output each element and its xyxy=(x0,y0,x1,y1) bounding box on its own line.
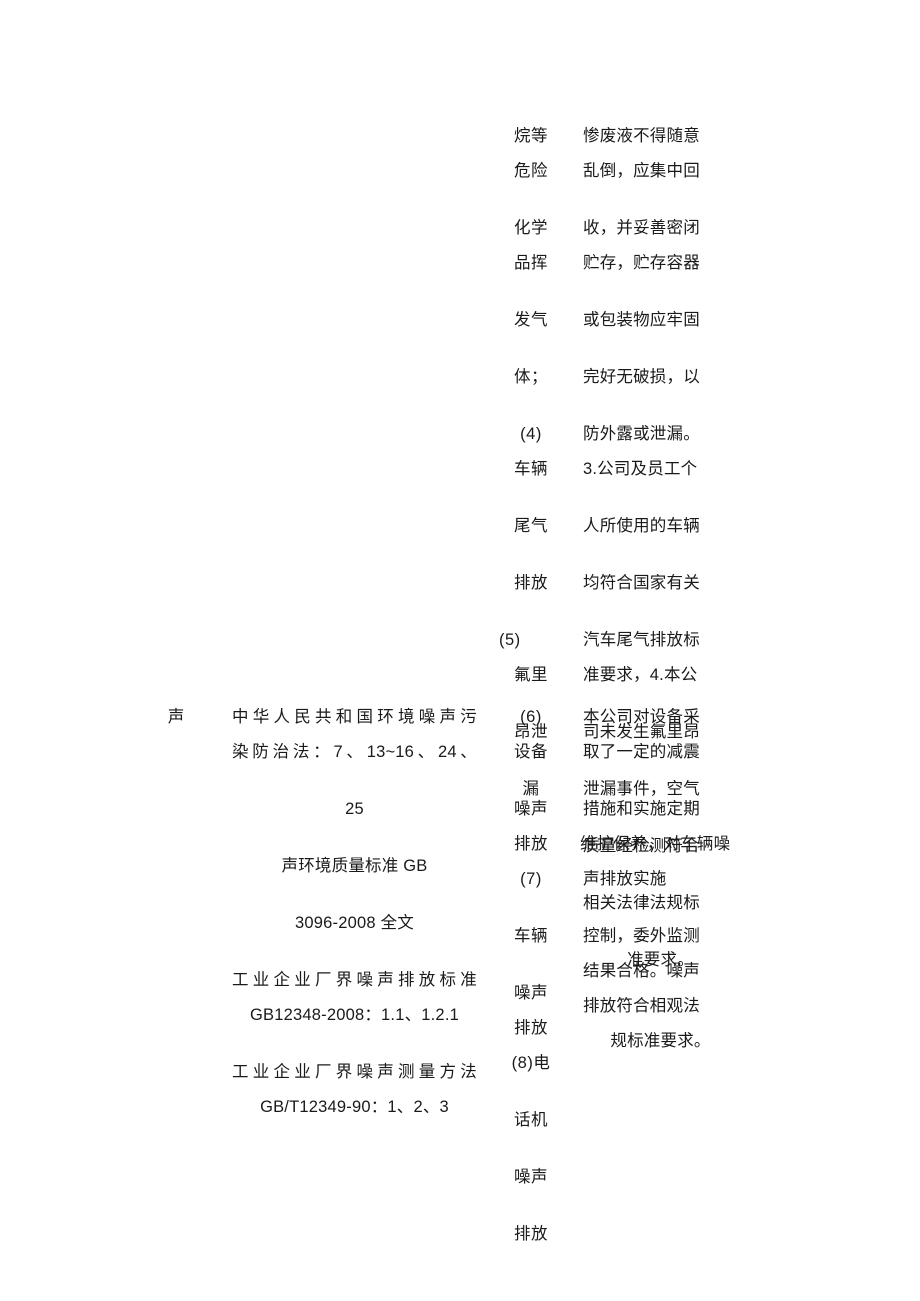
noise-standard-line: GB12348-2008：1.1、1.2.1 xyxy=(250,1006,459,1024)
noise-description-line: 声排放实施 xyxy=(583,870,667,888)
noise-item-group: 噪声 xyxy=(499,1160,563,1195)
noise-standard-line: 25 xyxy=(345,800,364,818)
air-item-line: 氟里 xyxy=(514,666,548,684)
air-description-group: 惨废液不得随意 乱倒，应集中回 xyxy=(583,119,738,189)
noise-item-group: (6) 设备 xyxy=(499,700,563,770)
air-item-line: 危险 xyxy=(514,162,548,180)
noise-category-label-text: 声 xyxy=(167,708,185,726)
air-description-line: 汽车尾气排放标 xyxy=(583,631,700,649)
air-item-line: 车辆 xyxy=(514,460,548,478)
noise-standard-group: 工业企业厂界噪声排放标准 GB12348-2008：1.1、1.2.1 xyxy=(232,963,477,1033)
noise-item-line: 车辆 xyxy=(514,927,548,945)
noise-standard-group: 25 xyxy=(232,792,477,827)
noise-description-line: 本公司对设备采 xyxy=(583,708,700,726)
noise-item-line: 噪声 xyxy=(514,984,548,1002)
air-description-group: 或包装物应牢固 xyxy=(583,303,738,338)
noise-description-group: 本公司对设备采 取了一定的减震 xyxy=(583,700,738,770)
air-item-line: 排放 xyxy=(514,574,548,592)
noise-item-group: 噪声 排放 (8)电 xyxy=(499,976,563,1081)
noise-item-group: 排放 xyxy=(499,1217,563,1252)
noise-standard-line: 中华人民共和国环境噪声污 xyxy=(232,708,477,726)
noise-description-line: 结果合格。噪声 xyxy=(583,962,700,980)
air-item-line: 尾气 xyxy=(514,517,548,535)
air-item-group: 化学 品挥 xyxy=(499,211,563,281)
air-item-group: 尾气 xyxy=(499,509,563,544)
air-description-group: 汽车尾气排放标 准要求，4.本公 xyxy=(583,623,738,693)
noise-item-line: 设备 xyxy=(514,743,548,761)
noise-item-group: 话机 xyxy=(499,1103,563,1138)
noise-standard-line: 3096-2008 全文 xyxy=(295,914,414,932)
noise-standard-line: 工业企业厂界噪声排放标准 xyxy=(232,971,477,989)
noise-item-line: 排放 xyxy=(514,835,548,853)
air-description-line: 贮存，贮存容器 xyxy=(583,254,700,272)
air-description-line: 完好无破损，以 xyxy=(583,368,700,386)
noise-description-line: 规标准要求。 xyxy=(610,1032,711,1050)
noise-item-line: 排放 xyxy=(514,1225,548,1243)
air-description-line: 防外露或泄漏。 xyxy=(583,425,700,443)
air-item-line: 烷等 xyxy=(514,127,548,145)
air-description-group: 防外露或泄漏。 3.公司及员工个 xyxy=(583,417,738,487)
noise-description-line: 排放符合相观法 xyxy=(583,997,700,1015)
noise-item-line: 话机 xyxy=(514,1111,548,1129)
document-page: 烷等 危险 化学 品挥 发气 体； (4) 车辆 尾气 排放 (5) 氟里 昂泄 xyxy=(0,0,920,1301)
air-item-group: 发气 xyxy=(499,303,563,338)
air-description-line: 惨废液不得随意 xyxy=(583,127,700,145)
noise-standard-line: 工业企业厂界噪声测量方法 xyxy=(232,1063,477,1081)
air-item-group: 体； xyxy=(499,360,563,395)
air-description-line: 乱倒，应集中回 xyxy=(583,162,700,180)
air-item-group: 烷等 危险 xyxy=(499,119,563,189)
noise-description-line: 取了一定的减震 xyxy=(583,743,700,761)
noise-category-label: 声 xyxy=(156,700,196,735)
air-item-group: (4) 车辆 xyxy=(499,417,563,487)
noise-description-line: 控制，委外监测 xyxy=(583,927,700,945)
air-item-group: (5) 氟里 xyxy=(499,623,563,693)
air-description-line: 准要求，4.本公 xyxy=(583,666,698,684)
noise-item-group: 噪声 排放 (7) xyxy=(499,792,563,897)
air-item-line: 体； xyxy=(514,368,548,386)
noise-standards-column: 中华人民共和国环境噪声污 染防治法：7、13~16、24、 25 声环境质量标准… xyxy=(232,700,477,1125)
noise-item-line: 噪声 xyxy=(514,1168,548,1186)
noise-standard-line: 染防治法：7、13~16、24、 xyxy=(232,743,477,761)
air-description-line: 3.公司及员工个 xyxy=(583,460,698,478)
air-item-line: 发气 xyxy=(514,311,548,329)
noise-item-line: (8)电 xyxy=(511,1054,551,1072)
noise-standard-group: 3096-2008 全文 xyxy=(232,906,477,941)
air-description-group: 人所使用的车辆 xyxy=(583,509,738,544)
noise-item-line: (7) xyxy=(520,870,542,888)
noise-standard-group: 工业企业厂界噪声测量方法 GB/T12349-90：1、2、3 xyxy=(232,1055,477,1125)
noise-description-column: 本公司对设备采 取了一定的减震 措施和实施定期 维护保养，对车辆噪 声排放实施 … xyxy=(580,700,738,1059)
noise-description-line: 维护保养，对车辆噪 xyxy=(580,835,731,853)
air-description-group: 均符合国家有关 xyxy=(583,566,738,601)
air-item-group: 排放 xyxy=(499,566,563,601)
noise-description-group: 措施和实施定期 维护保养，对车辆噪 声排放实施 xyxy=(580,792,738,897)
air-item-line: (5) xyxy=(499,631,521,649)
noise-item-line: (6) xyxy=(520,708,542,726)
noise-item-group: 车辆 xyxy=(499,919,563,954)
noise-items-column: (6) 设备 噪声 排放 (7) 车辆 噪声 排放 (8)电 话机 噪声 排放 xyxy=(499,700,563,1252)
air-description-line: 均符合国家有关 xyxy=(583,574,700,592)
air-description-line: 人所使用的车辆 xyxy=(583,517,700,535)
air-description-group: 收，并妥善密闭 贮存，贮存容器 xyxy=(583,211,738,281)
noise-item-line: 噪声 xyxy=(514,800,548,818)
noise-item-line: 排放 xyxy=(514,1019,548,1037)
noise-description-line: 措施和实施定期 xyxy=(583,800,700,818)
air-description-line: 或包装物应牢固 xyxy=(583,311,700,329)
air-item-line: 化学 xyxy=(514,219,548,237)
noise-standard-line: GB/T12349-90：1、2、3 xyxy=(260,1098,449,1116)
air-description-line: 收，并妥善密闭 xyxy=(583,219,700,237)
air-item-line: 品挥 xyxy=(514,254,548,272)
noise-standard-group: 声环境质量标准 GB xyxy=(232,849,477,884)
air-description-group: 完好无破损，以 xyxy=(583,360,738,395)
noise-standard-group: 中华人民共和国环境噪声污 染防治法：7、13~16、24、 xyxy=(232,700,477,770)
noise-standard-line: 声环境质量标准 GB xyxy=(281,857,428,875)
air-item-line: (4) xyxy=(520,425,542,443)
noise-description-group: 控制，委外监测 结果合格。噪声 排放符合相观法 规标准要求。 xyxy=(583,919,738,1059)
